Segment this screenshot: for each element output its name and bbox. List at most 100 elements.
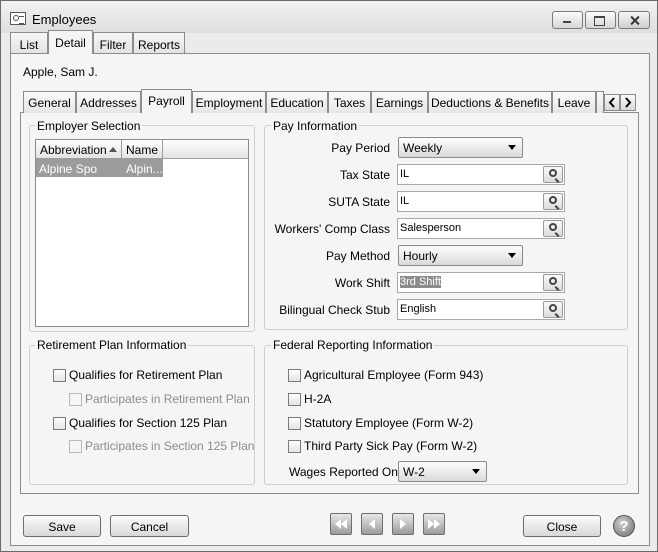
wages-reported-value: W-2 [403, 465, 425, 479]
search-icon [549, 277, 557, 285]
pay-method-select[interactable]: Hourly [398, 245, 523, 266]
agricultural-checkbox[interactable] [288, 369, 301, 382]
help-icon[interactable]: ? [613, 515, 635, 537]
tax-state-field[interactable]: IL [397, 164, 565, 185]
bilingual-label: Bilingual Check Stub [279, 303, 390, 317]
workers-comp-field[interactable]: Salesperson [397, 218, 565, 239]
first-record-icon [335, 519, 347, 529]
employees-window: Employees List Detail Filter Reports App… [0, 0, 658, 552]
column-header-name[interactable]: Name [122, 140, 163, 159]
participates-125-checkbox[interactable] [69, 440, 82, 453]
bilingual-value: English [400, 303, 437, 315]
cancel-button[interactable]: Cancel [110, 515, 189, 537]
chevron-left-icon [608, 97, 615, 108]
next-record-icon [400, 519, 406, 529]
tab-overflow[interactable] [596, 91, 604, 113]
workers-comp-lookup-button[interactable] [543, 220, 563, 237]
workers-comp-label: Workers' Comp Class [274, 222, 390, 236]
column-abbreviation-label: Abbreviation [40, 143, 107, 157]
next-record-button[interactable] [392, 513, 414, 535]
search-icon [549, 223, 557, 231]
tab-employment[interactable]: Employment [192, 91, 266, 113]
bilingual-lookup-button[interactable] [543, 301, 563, 318]
bilingual-field[interactable]: English [397, 299, 565, 320]
h2a-checkbox[interactable] [288, 393, 301, 406]
app-icon [10, 12, 26, 25]
pay-period-label: Pay Period [331, 141, 390, 155]
cell-abbreviation: Alpine Spo [39, 162, 98, 176]
work-shift-label: Work Shift [334, 276, 390, 290]
work-shift-field[interactable]: 3rd Shift [397, 272, 565, 293]
minimize-button[interactable] [552, 11, 583, 29]
chevron-down-icon [508, 253, 516, 258]
tab-education[interactable]: Education [266, 91, 328, 113]
close-button[interactable]: Close [523, 515, 601, 537]
tab-list[interactable]: List [10, 32, 48, 54]
suta-state-field[interactable]: IL [397, 191, 565, 212]
tab-detail[interactable]: Detail [48, 30, 93, 54]
search-icon [549, 169, 557, 177]
employee-name: Apple, Sam J. [23, 65, 98, 79]
qualifies-125-checkbox[interactable] [53, 417, 66, 430]
column-header-abbreviation[interactable]: Abbreviation [36, 140, 122, 159]
cell-name: Alpin... [126, 162, 163, 176]
federal-reporting-label: Federal Reporting Information [271, 338, 435, 352]
pay-period-value: Weekly [403, 141, 443, 155]
tab-filter[interactable]: Filter [93, 32, 133, 54]
search-icon [549, 196, 557, 204]
previous-record-button[interactable] [361, 513, 383, 535]
h2a-label: H-2A [304, 392, 332, 406]
retirement-plan-label: Retirement Plan Information [35, 338, 189, 352]
participates-retirement-checkbox[interactable] [69, 393, 82, 406]
employer-selection-label: Employer Selection [35, 119, 143, 133]
window-title: Employees [32, 12, 97, 27]
suta-state-value: IL [400, 195, 410, 207]
wages-reported-select[interactable]: W-2 [398, 461, 487, 482]
tab-payroll[interactable]: Payroll [141, 89, 192, 113]
search-icon [549, 304, 557, 312]
maximize-button[interactable] [585, 11, 616, 29]
chevron-down-icon [508, 145, 516, 150]
chevron-right-icon [625, 97, 632, 108]
table-row[interactable]: Alpine Spo Alpin... [36, 159, 163, 177]
third-party-checkbox[interactable] [288, 440, 301, 453]
tab-reports[interactable]: Reports [133, 32, 185, 54]
title-bar[interactable]: Employees [1, 1, 657, 33]
pay-method-label: Pay Method [325, 249, 390, 263]
tax-state-label: Tax State [339, 168, 390, 182]
third-party-label: Third Party Sick Pay (Form W-2) [304, 439, 478, 453]
tab-addresses[interactable]: Addresses [76, 91, 141, 113]
wages-reported-label: Wages Reported On [289, 465, 398, 479]
tab-leave[interactable]: Leave [552, 91, 596, 113]
tab-scroll-left-button[interactable] [604, 94, 620, 111]
work-shift-value: 3rd Shift [400, 276, 441, 288]
tab-earnings[interactable]: Earnings [371, 91, 428, 113]
tab-taxes[interactable]: Taxes [328, 91, 371, 113]
retirement-plan-group [29, 345, 255, 485]
tab-scroll-right-button[interactable] [620, 94, 636, 111]
tax-state-value: IL [400, 168, 410, 180]
statutory-checkbox[interactable] [288, 417, 301, 430]
save-button[interactable]: Save [23, 515, 101, 537]
last-record-icon [428, 519, 440, 529]
close-window-button[interactable] [618, 11, 650, 29]
qualifies-retirement-checkbox[interactable] [53, 369, 66, 382]
tax-state-lookup-button[interactable] [543, 166, 563, 183]
sort-ascending-icon [109, 147, 117, 152]
statutory-label: Statutory Employee (Form W-2) [304, 416, 474, 430]
first-record-button[interactable] [330, 513, 352, 535]
chevron-down-icon [472, 469, 480, 474]
qualifies-125-label: Qualifies for Section 125 Plan [69, 416, 228, 430]
last-record-button[interactable] [423, 513, 445, 535]
previous-record-icon [369, 519, 375, 529]
suta-state-lookup-button[interactable] [543, 193, 563, 210]
pay-period-select[interactable]: Weekly [398, 137, 523, 158]
qualifies-retirement-label: Qualifies for Retirement Plan [69, 368, 223, 382]
tab-deductions-benefits[interactable]: Deductions & Benefits [428, 91, 552, 113]
pay-information-label: Pay Information [271, 119, 360, 133]
participates-retirement-label: Participates in Retirement Plan [85, 392, 250, 406]
work-shift-lookup-button[interactable] [543, 274, 563, 291]
pay-method-value: Hourly [403, 249, 438, 263]
tab-general[interactable]: General [23, 91, 76, 113]
agricultural-label: Agricultural Employee (Form 943) [304, 368, 484, 382]
